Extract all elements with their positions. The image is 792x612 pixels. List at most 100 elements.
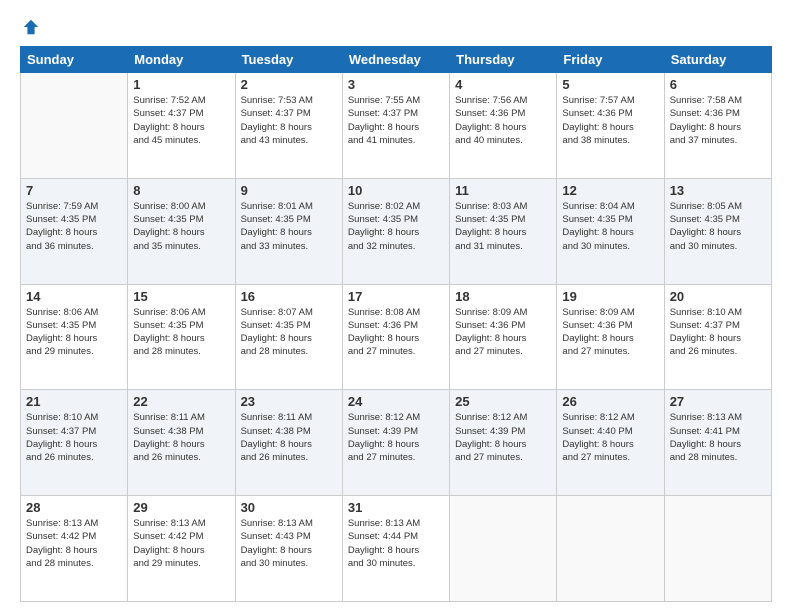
day-number: 11 [455, 183, 551, 198]
day-number: 14 [26, 289, 122, 304]
day-number: 10 [348, 183, 444, 198]
day-number: 9 [241, 183, 337, 198]
day-info: Sunrise: 8:03 AM Sunset: 4:35 PM Dayligh… [455, 200, 551, 253]
day-info: Sunrise: 8:10 AM Sunset: 4:37 PM Dayligh… [26, 411, 122, 464]
day-info: Sunrise: 8:07 AM Sunset: 4:35 PM Dayligh… [241, 306, 337, 359]
calendar-cell: 12 Sunrise: 8:04 AM Sunset: 4:35 PM Dayli… [557, 178, 664, 284]
day-info: Sunrise: 7:53 AM Sunset: 4:37 PM Dayligh… [241, 94, 337, 147]
calendar-cell [450, 496, 557, 602]
day-number: 8 [133, 183, 229, 198]
day-number: 5 [562, 77, 658, 92]
weekday-header-sunday: Sunday [21, 47, 128, 73]
day-info: Sunrise: 8:05 AM Sunset: 4:35 PM Dayligh… [670, 200, 766, 253]
calendar-cell: 4 Sunrise: 7:56 AM Sunset: 4:36 PM Daylig… [450, 73, 557, 179]
day-number: 22 [133, 394, 229, 409]
calendar-cell: 23 Sunrise: 8:11 AM Sunset: 4:38 PM Dayli… [235, 390, 342, 496]
day-info: Sunrise: 8:12 AM Sunset: 4:39 PM Dayligh… [348, 411, 444, 464]
day-info: Sunrise: 8:11 AM Sunset: 4:38 PM Dayligh… [241, 411, 337, 464]
calendar-cell: 25 Sunrise: 8:12 AM Sunset: 4:39 PM Dayli… [450, 390, 557, 496]
weekday-header-friday: Friday [557, 47, 664, 73]
day-number: 4 [455, 77, 551, 92]
calendar-cell [21, 73, 128, 179]
calendar-cell: 2 Sunrise: 7:53 AM Sunset: 4:37 PM Daylig… [235, 73, 342, 179]
day-number: 21 [26, 394, 122, 409]
day-number: 7 [26, 183, 122, 198]
calendar-cell: 17Sunrise: 8:08 AM Sunset: 4:36 PM Dayli… [342, 284, 449, 390]
calendar-cell: 22 Sunrise: 8:11 AM Sunset: 4:38 PM Dayli… [128, 390, 235, 496]
day-info: Sunrise: 7:55 AM Sunset: 4:37 PM Dayligh… [348, 94, 444, 147]
day-number: 20 [670, 289, 766, 304]
day-info: Sunrise: 8:02 AM Sunset: 4:35 PM Dayligh… [348, 200, 444, 253]
day-info: Sunrise: 8:12 AM Sunset: 4:39 PM Dayligh… [455, 411, 551, 464]
day-number: 13 [670, 183, 766, 198]
calendar-week-row: 21 Sunrise: 8:10 AM Sunset: 4:37 PM Dayli… [21, 390, 772, 496]
day-number: 28 [26, 500, 122, 515]
day-number: 17 [348, 289, 444, 304]
header [20, 18, 772, 36]
day-info: Sunrise: 8:13 AM Sunset: 4:42 PM Dayligh… [133, 517, 229, 570]
calendar-cell: 27Sunrise: 8:13 AM Sunset: 4:41 PM Dayli… [664, 390, 771, 496]
day-info: Sunrise: 8:13 AM Sunset: 4:44 PM Dayligh… [348, 517, 444, 570]
calendar-cell: 8 Sunrise: 8:00 AM Sunset: 4:35 PM Daylig… [128, 178, 235, 284]
calendar-cell: 30 Sunrise: 8:13 AM Sunset: 4:43 PM Dayli… [235, 496, 342, 602]
day-info: Sunrise: 8:09 AM Sunset: 4:36 PM Dayligh… [455, 306, 551, 359]
day-info: Sunrise: 8:09 AM Sunset: 4:36 PM Dayligh… [562, 306, 658, 359]
day-info: Sunrise: 7:56 AM Sunset: 4:36 PM Dayligh… [455, 94, 551, 147]
day-number: 29 [133, 500, 229, 515]
calendar-cell: 21 Sunrise: 8:10 AM Sunset: 4:37 PM Dayli… [21, 390, 128, 496]
day-number: 15 [133, 289, 229, 304]
weekday-header-thursday: Thursday [450, 47, 557, 73]
day-number: 2 [241, 77, 337, 92]
day-number: 16 [241, 289, 337, 304]
calendar-cell: 11 Sunrise: 8:03 AM Sunset: 4:35 PM Dayli… [450, 178, 557, 284]
day-info: Sunrise: 7:57 AM Sunset: 4:36 PM Dayligh… [562, 94, 658, 147]
day-info: Sunrise: 8:11 AM Sunset: 4:38 PM Dayligh… [133, 411, 229, 464]
calendar-table: SundayMondayTuesdayWednesdayThursdayFrid… [20, 46, 772, 602]
day-number: 30 [241, 500, 337, 515]
calendar-week-row: 1 Sunrise: 7:52 AM Sunset: 4:37 PM Daylig… [21, 73, 772, 179]
day-number: 12 [562, 183, 658, 198]
day-number: 6 [670, 77, 766, 92]
day-number: 31 [348, 500, 444, 515]
calendar-cell: 3Sunrise: 7:55 AM Sunset: 4:37 PM Daylig… [342, 73, 449, 179]
calendar-cell: 9 Sunrise: 8:01 AM Sunset: 4:35 PM Daylig… [235, 178, 342, 284]
day-info: Sunrise: 8:06 AM Sunset: 4:35 PM Dayligh… [133, 306, 229, 359]
calendar-cell: 29 Sunrise: 8:13 AM Sunset: 4:42 PM Dayli… [128, 496, 235, 602]
day-number: 26 [562, 394, 658, 409]
day-number: 1 [133, 77, 229, 92]
day-info: Sunrise: 8:01 AM Sunset: 4:35 PM Dayligh… [241, 200, 337, 253]
calendar-cell: 28 Sunrise: 8:13 AM Sunset: 4:42 PM Dayli… [21, 496, 128, 602]
day-info: Sunrise: 7:52 AM Sunset: 4:37 PM Dayligh… [133, 94, 229, 147]
calendar-header-row: SundayMondayTuesdayWednesdayThursdayFrid… [21, 47, 772, 73]
day-info: Sunrise: 8:04 AM Sunset: 4:35 PM Dayligh… [562, 200, 658, 253]
calendar-cell: 13 Sunrise: 8:05 AM Sunset: 4:35 PM Dayli… [664, 178, 771, 284]
day-number: 27 [670, 394, 766, 409]
day-info: Sunrise: 8:13 AM Sunset: 4:43 PM Dayligh… [241, 517, 337, 570]
weekday-header-saturday: Saturday [664, 47, 771, 73]
logo [20, 18, 40, 36]
day-number: 18 [455, 289, 551, 304]
calendar-cell [557, 496, 664, 602]
calendar-week-row: 28 Sunrise: 8:13 AM Sunset: 4:42 PM Dayli… [21, 496, 772, 602]
day-info: Sunrise: 7:58 AM Sunset: 4:36 PM Dayligh… [670, 94, 766, 147]
day-info: Sunrise: 7:59 AM Sunset: 4:35 PM Dayligh… [26, 200, 122, 253]
day-info: Sunrise: 8:10 AM Sunset: 4:37 PM Dayligh… [670, 306, 766, 359]
day-info: Sunrise: 8:13 AM Sunset: 4:42 PM Dayligh… [26, 517, 122, 570]
day-info: Sunrise: 8:12 AM Sunset: 4:40 PM Dayligh… [562, 411, 658, 464]
calendar-cell: 18 Sunrise: 8:09 AM Sunset: 4:36 PM Dayli… [450, 284, 557, 390]
calendar-cell [664, 496, 771, 602]
day-number: 23 [241, 394, 337, 409]
weekday-header-monday: Monday [128, 47, 235, 73]
logo-icon [22, 18, 40, 36]
day-info: Sunrise: 8:06 AM Sunset: 4:35 PM Dayligh… [26, 306, 122, 359]
calendar-cell: 5 Sunrise: 7:57 AM Sunset: 4:36 PM Daylig… [557, 73, 664, 179]
calendar-cell: 14 Sunrise: 8:06 AM Sunset: 4:35 PM Dayli… [21, 284, 128, 390]
calendar-cell: 1 Sunrise: 7:52 AM Sunset: 4:37 PM Daylig… [128, 73, 235, 179]
day-number: 25 [455, 394, 551, 409]
day-info: Sunrise: 8:00 AM Sunset: 4:35 PM Dayligh… [133, 200, 229, 253]
page: SundayMondayTuesdayWednesdayThursdayFrid… [0, 0, 792, 612]
calendar-week-row: 14 Sunrise: 8:06 AM Sunset: 4:35 PM Dayli… [21, 284, 772, 390]
calendar-cell: 31 Sunrise: 8:13 AM Sunset: 4:44 PM Dayli… [342, 496, 449, 602]
calendar-cell: 26 Sunrise: 8:12 AM Sunset: 4:40 PM Dayli… [557, 390, 664, 496]
calendar-cell: 10 Sunrise: 8:02 AM Sunset: 4:35 PM Dayli… [342, 178, 449, 284]
